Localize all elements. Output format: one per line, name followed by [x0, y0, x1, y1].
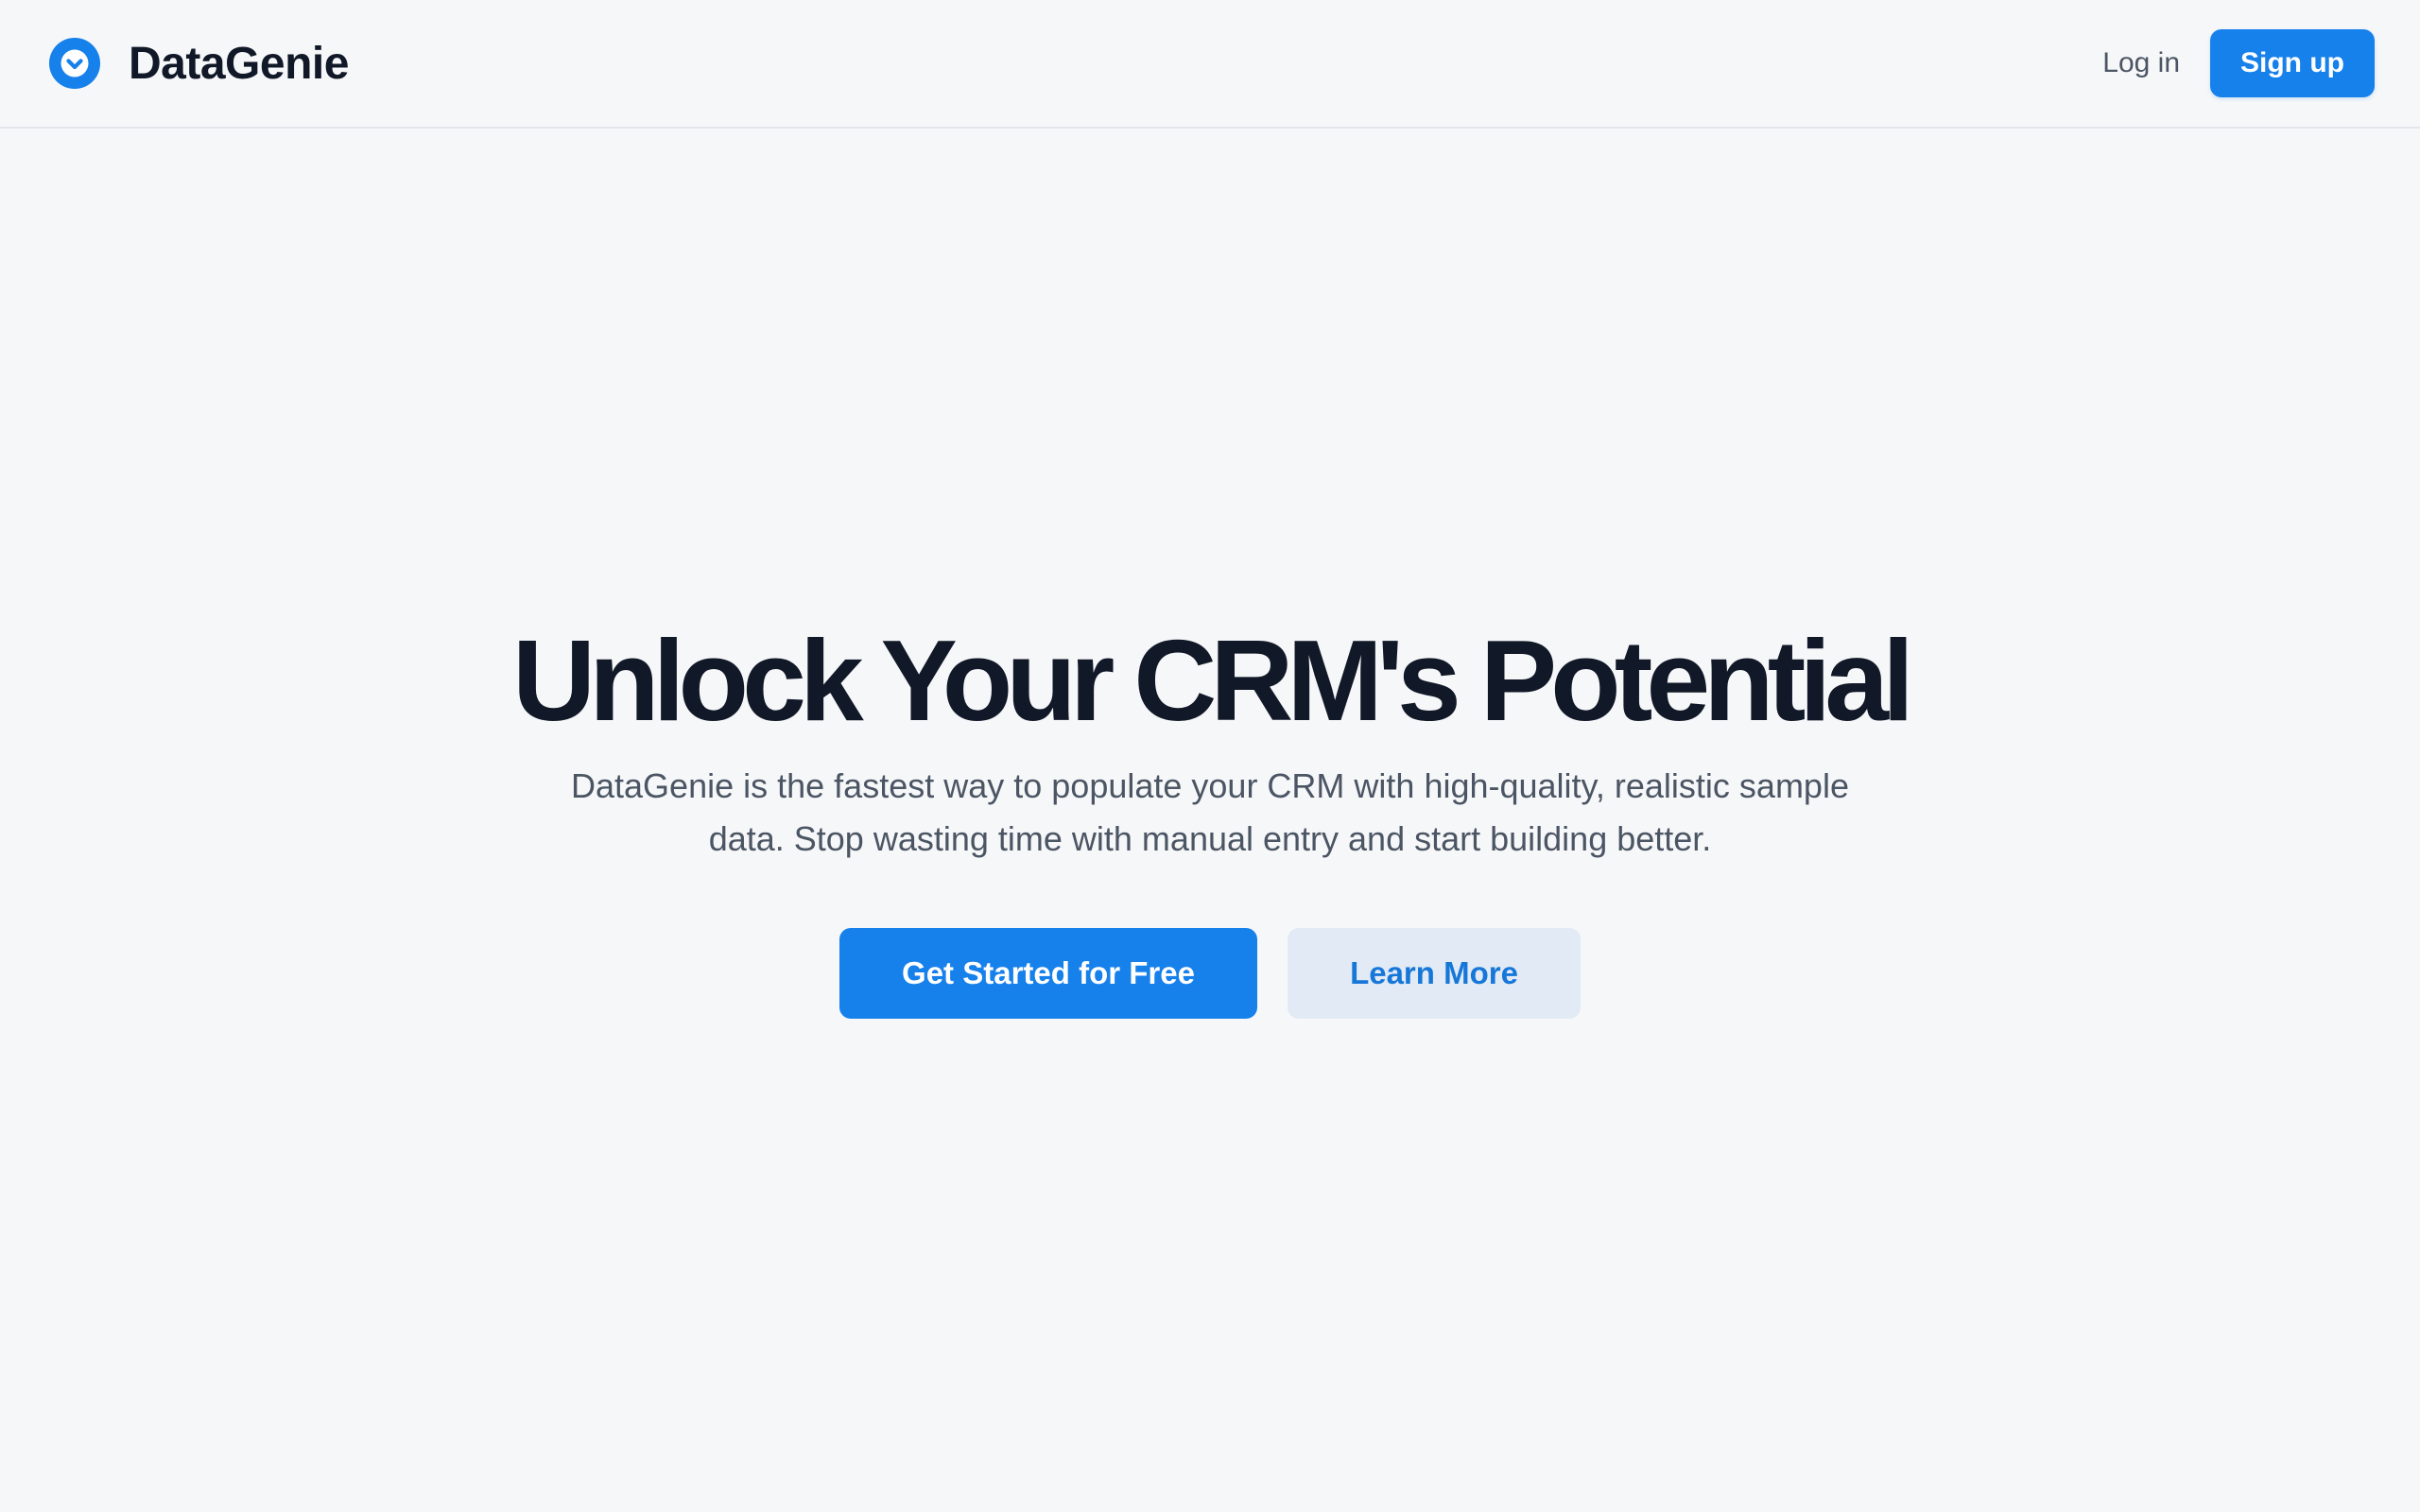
landing-page: DataGenie Log in Sign up Unlock Your CRM… [0, 0, 2420, 1512]
chevron-down-circle-icon [49, 38, 100, 89]
hero-section: Unlock Your CRM's Potential DataGenie is… [0, 614, 2420, 1019]
get-started-button[interactable]: Get Started for Free [839, 928, 1257, 1019]
log-in-link[interactable]: Log in [2102, 47, 2180, 79]
top-navigation-bar: DataGenie Log in Sign up [0, 0, 2420, 129]
hero-title: Unlock Your CRM's Potential [512, 616, 1914, 745]
cta-button-group: Get Started for Free Learn More [839, 928, 1581, 1019]
brand[interactable]: DataGenie [49, 38, 349, 90]
brand-name: DataGenie [129, 38, 349, 89]
hero-subtitle: DataGenie is the fastest way to populate… [571, 766, 1849, 858]
learn-more-button[interactable]: Learn More [1288, 928, 1581, 1019]
sign-up-button[interactable]: Sign up [2210, 29, 2375, 97]
header-nav: Log in Sign up [2102, 29, 2375, 97]
